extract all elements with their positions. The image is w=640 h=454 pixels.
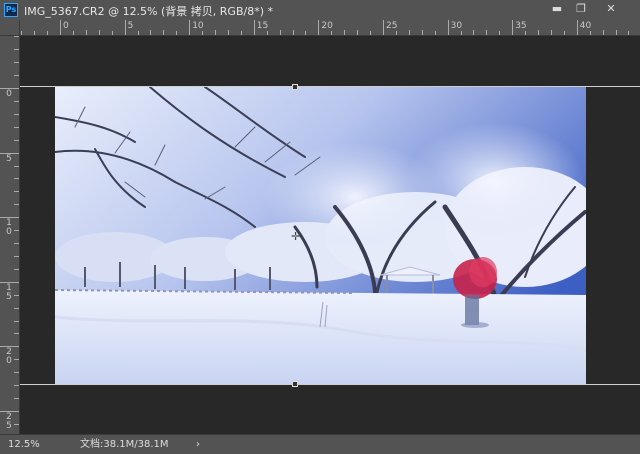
ruler-minor-tick (14, 100, 19, 102)
ruler-minor-tick (14, 113, 19, 115)
ruler-minor-tick (279, 30, 281, 35)
ruler-major-tick (318, 20, 320, 35)
ruler-minor-tick (550, 30, 552, 35)
minimize-button[interactable]: ▬ (546, 2, 568, 16)
ruler-minor-tick (14, 139, 19, 141)
transform-handle-top[interactable] (292, 84, 298, 90)
ruler-minor-tick (14, 320, 19, 322)
ruler-major-tick (124, 20, 126, 35)
ruler-minor-tick (357, 30, 359, 35)
winter-scene-photo (55, 87, 586, 384)
ruler-label: 0 (63, 21, 69, 31)
transform-handle-bottom[interactable] (292, 381, 298, 387)
ruler-label: 15 (256, 21, 269, 31)
ruler-minor-tick (408, 30, 410, 35)
ruler-major-tick (512, 20, 514, 35)
close-button[interactable]: ✕ (600, 2, 622, 16)
ruler-minor-tick (14, 126, 19, 128)
ruler-minor-tick (85, 30, 87, 35)
ruler-label: 5 (6, 153, 12, 164)
photoshop-icon: Ps (4, 3, 18, 17)
ruler-minor-tick (14, 165, 19, 167)
ruler-minor-tick (602, 30, 604, 35)
maximize-button[interactable]: ❐ (570, 2, 592, 16)
ruler-minor-tick (14, 243, 19, 245)
document-image[interactable]: ✛ (55, 87, 586, 384)
ruler-minor-tick (486, 30, 488, 35)
ruler-label: 10 (6, 218, 12, 238)
ruler-minor-tick (14, 333, 19, 335)
ruler-minor-tick (14, 204, 19, 206)
ruler-label: 10 (192, 21, 204, 31)
crosshair-cursor-icon: ✛ (291, 230, 301, 243)
ruler-label: 35 (515, 21, 527, 31)
ruler-minor-tick (14, 423, 19, 425)
ruler-label: 15 (6, 282, 12, 302)
ruler-minor-tick (615, 30, 617, 35)
ruler-minor-tick (163, 30, 165, 35)
ruler-minor-tick (473, 30, 475, 35)
ruler-minor-tick (14, 294, 19, 296)
ruler-minor-tick (14, 372, 19, 374)
ruler-label: 20 (321, 21, 333, 31)
ruler-label: 30 (450, 21, 463, 31)
ruler-origin[interactable] (0, 20, 20, 36)
ruler-minor-tick (14, 36, 19, 38)
ruler-label: 40 (579, 21, 592, 31)
document-size-info[interactable]: 文档:38.1M/38.1M (80, 437, 169, 452)
ruler-label: 25 (386, 21, 398, 31)
ruler-minor-tick (538, 30, 540, 35)
ruler-minor-tick (98, 30, 100, 35)
ruler-label: 0 (6, 89, 12, 99)
document-tab-title[interactable]: IMG_5367.CR2 @ 12.5% (背景 拷贝, RGB/8*) * (24, 3, 273, 19)
ruler-minor-tick (14, 191, 19, 193)
ruler-minor-tick (14, 62, 19, 64)
ruler-major-tick (576, 20, 578, 35)
status-bar: 12.5% 文档:38.1M/38.1M › (0, 434, 640, 454)
ruler-minor-tick (344, 30, 346, 35)
ruler-major-tick (447, 20, 449, 35)
ruler-minor-tick (14, 385, 19, 387)
ruler-major-tick (383, 20, 384, 35)
ruler-label: 20 (6, 347, 12, 367)
ruler-minor-tick (14, 230, 19, 232)
vertical-ruler[interactable]: 0 5 10 15 20 25 (0, 36, 20, 434)
ruler-minor-tick (14, 398, 19, 400)
ruler-minor-tick (292, 30, 294, 35)
ruler-major-tick (253, 20, 255, 35)
ruler-minor-tick (14, 307, 19, 309)
ruler-label: 25 (6, 412, 12, 431)
status-menu-arrow-icon[interactable]: › (196, 437, 200, 452)
ruler-minor-tick (14, 49, 19, 51)
ruler-minor-tick (14, 75, 19, 77)
ruler-minor-tick (14, 178, 19, 180)
ruler-minor-tick (14, 255, 19, 257)
canvas-bottom-edge (20, 384, 640, 385)
ruler-minor-tick (227, 30, 229, 35)
ruler-minor-tick (14, 359, 19, 361)
zoom-level-field[interactable]: 12.5% (4, 437, 48, 452)
document-title-bar[interactable]: Ps IMG_5367.CR2 @ 12.5% (背景 拷贝, RGB/8*) … (0, 0, 640, 20)
ruler-minor-tick (421, 30, 423, 35)
ruler-label: 5 (127, 21, 134, 31)
ruler-minor-tick (150, 30, 152, 35)
ruler-major-tick (189, 20, 191, 35)
ruler-minor-tick (14, 268, 19, 270)
horizontal-ruler[interactable]: 0 5 10 15 20 25 30 35 40 (20, 20, 640, 36)
ruler-minor-tick (215, 30, 217, 35)
ruler-major-tick (60, 20, 61, 35)
